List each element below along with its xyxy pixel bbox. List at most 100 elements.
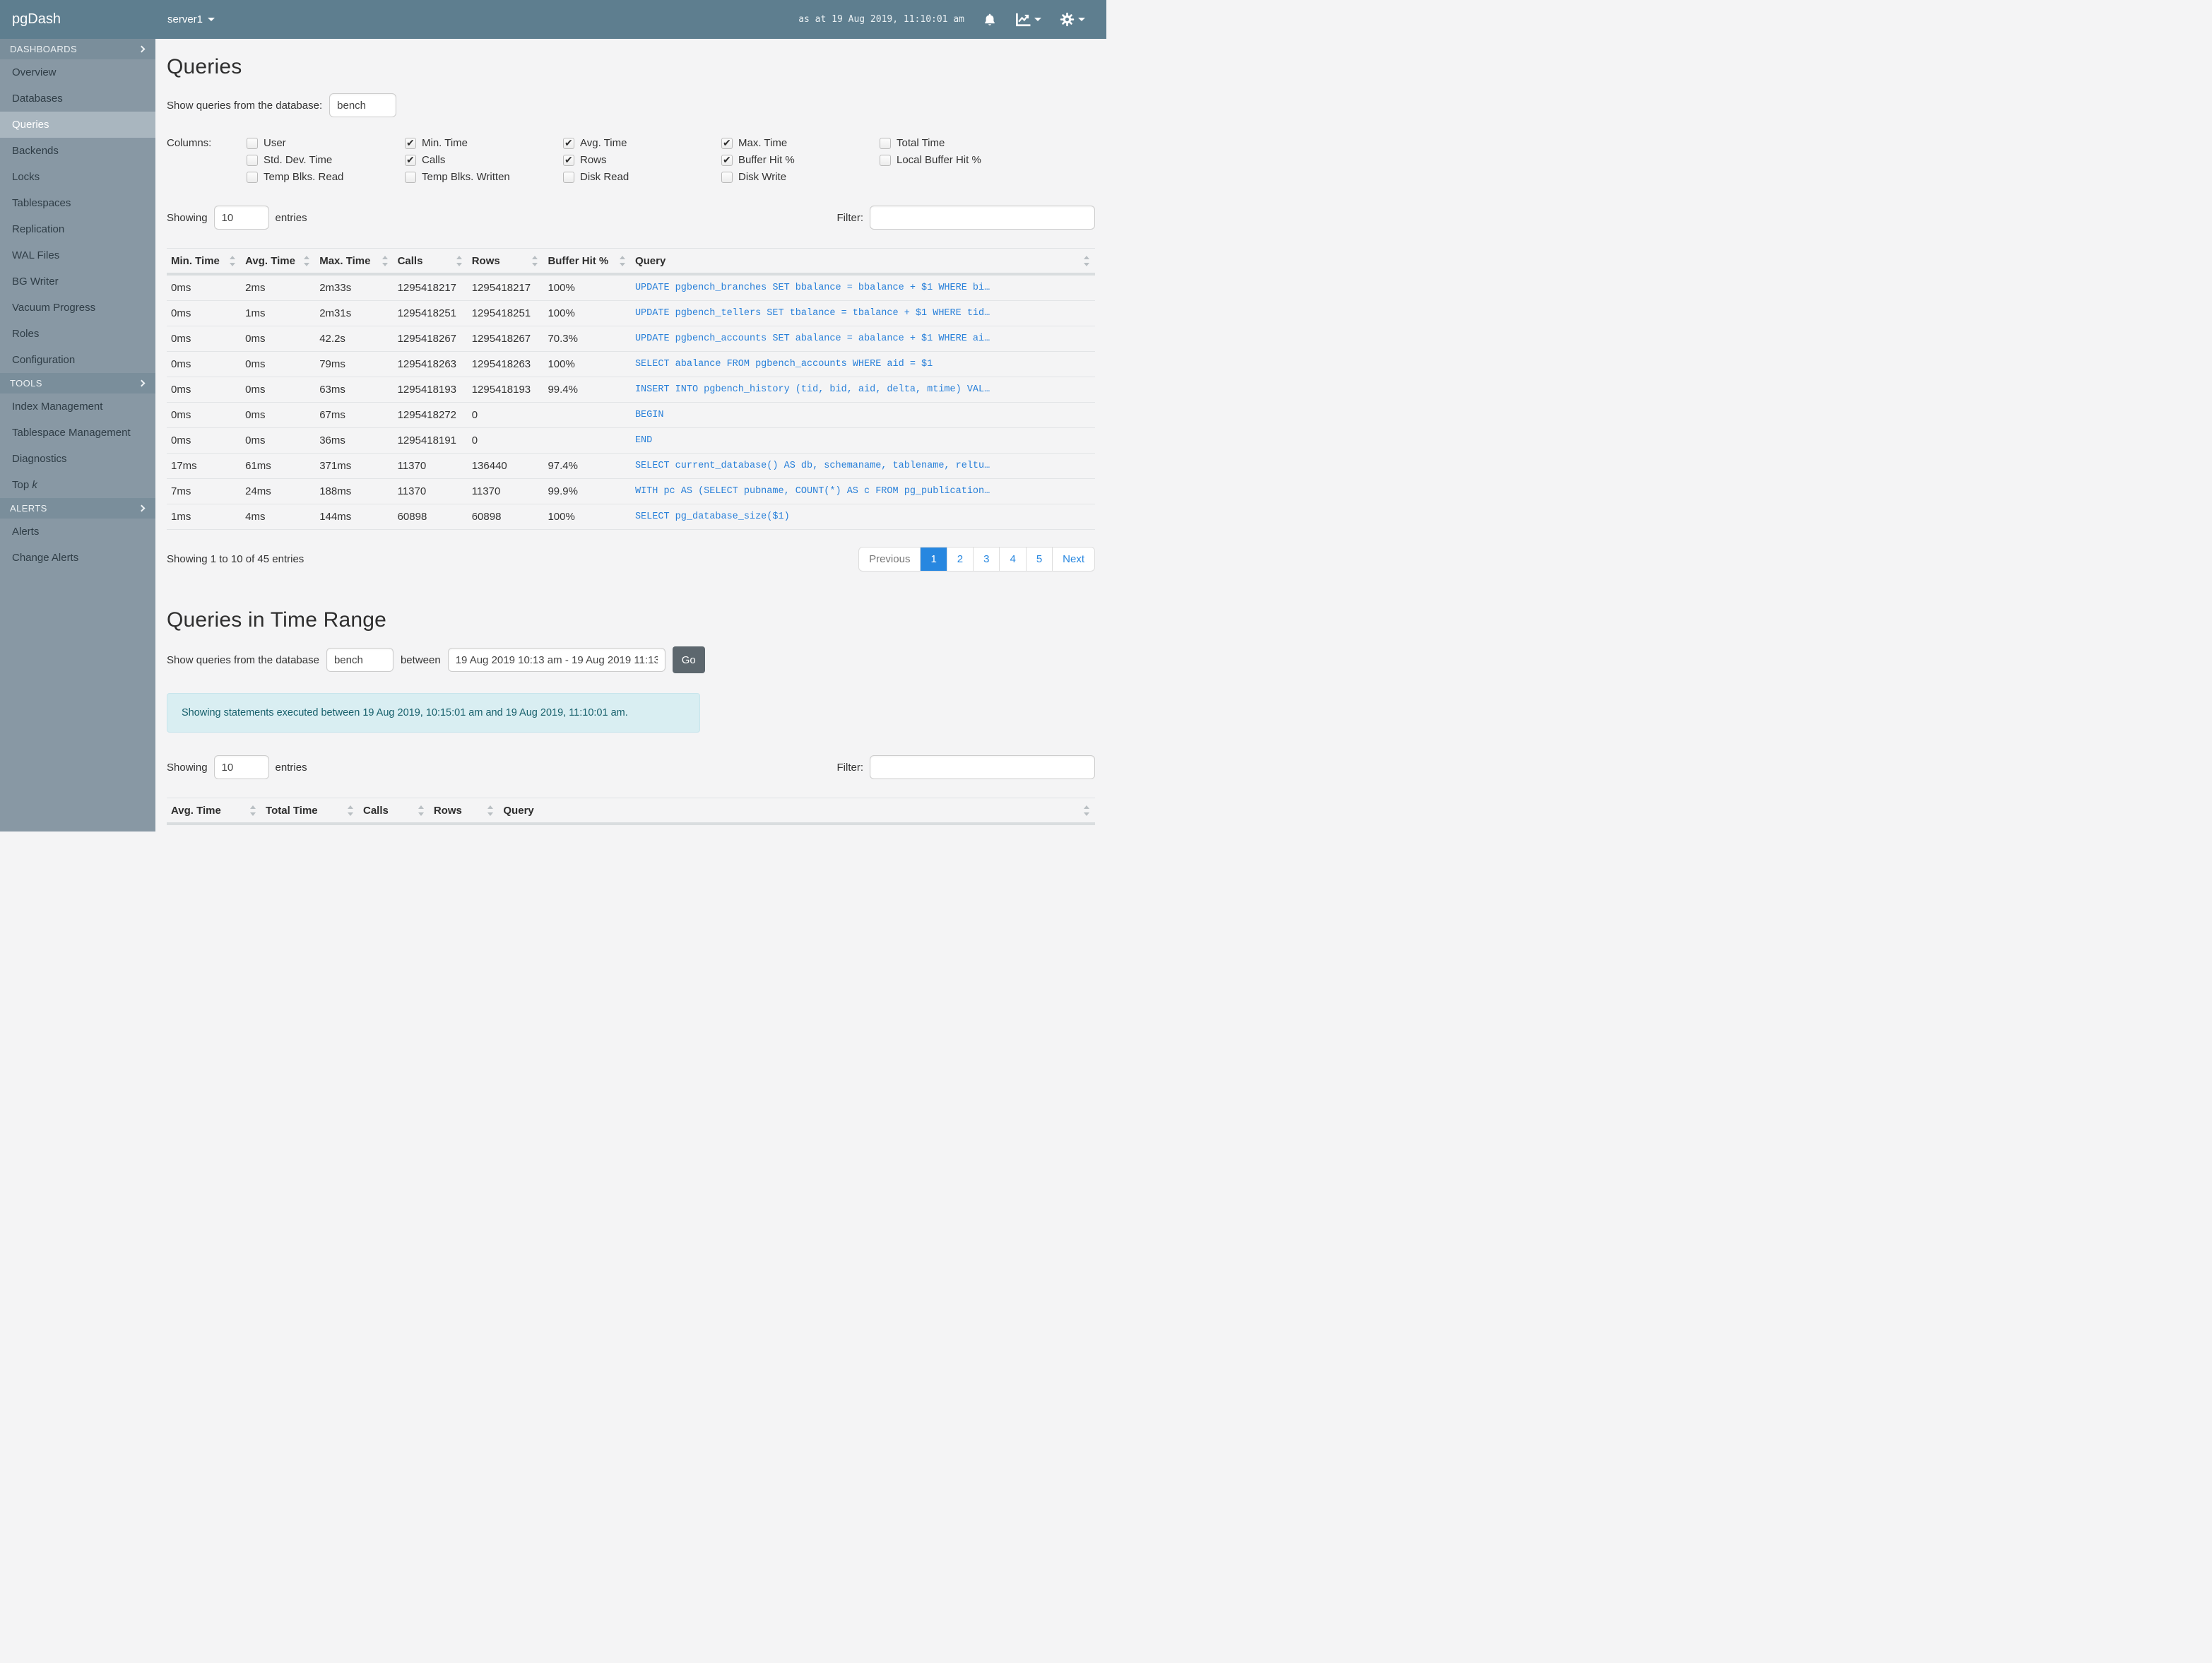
- server-selector[interactable]: server1: [167, 13, 215, 25]
- time-range-input[interactable]: [447, 648, 666, 672]
- database-input[interactable]: [329, 93, 397, 117]
- query-link[interactable]: SELECT pg_database_size($1): [635, 511, 790, 522]
- sidebar-item[interactable]: Configuration: [0, 347, 155, 373]
- query-link[interactable]: WITH pc AS (SELECT pubname, COUNT(*) AS …: [635, 486, 990, 497]
- checkbox[interactable]: [563, 154, 574, 166]
- column-header[interactable]: Rows: [467, 248, 544, 276]
- column-checkbox[interactable]: Temp Blks. Written: [405, 171, 563, 183]
- notifications-button[interactable]: [983, 12, 997, 28]
- checkbox[interactable]: [563, 137, 574, 149]
- sidebar-item[interactable]: Overview: [0, 59, 155, 85]
- sidebar-item[interactable]: Tablespace Management: [0, 420, 155, 446]
- database-input-time-range[interactable]: [326, 648, 394, 672]
- sidebar-item[interactable]: WAL Files: [0, 242, 155, 268]
- column-header[interactable]: Query: [630, 248, 1095, 276]
- column-checkbox[interactable]: Min. Time: [405, 137, 563, 149]
- checkbox[interactable]: [880, 154, 891, 166]
- table-filter-input-2[interactable]: [870, 755, 1095, 779]
- checkbox[interactable]: [405, 171, 416, 183]
- sidebar-item[interactable]: Queries: [0, 112, 155, 138]
- column-header[interactable]: Rows: [429, 798, 499, 825]
- checkbox[interactable]: [405, 154, 416, 166]
- checkbox[interactable]: [563, 171, 574, 183]
- table-filter-input[interactable]: [870, 206, 1095, 230]
- sidebar-item[interactable]: Backends: [0, 138, 155, 164]
- pagination: Previous 1 2 3 4 5 Next: [858, 547, 1095, 572]
- checkbox[interactable]: [247, 137, 258, 149]
- pagination-button[interactable]: 4: [999, 548, 1025, 571]
- sidebar-item[interactable]: Diagnostics: [0, 446, 155, 472]
- query-link[interactable]: SELECT abalance FROM pgbench_accounts WH…: [635, 359, 933, 369]
- column-checkbox[interactable]: Disk Read: [563, 171, 721, 183]
- column-header[interactable]: Max. Time: [315, 248, 394, 276]
- sidebar-item[interactable]: Roles: [0, 321, 155, 347]
- column-checkbox[interactable]: Avg. Time: [563, 137, 721, 149]
- column-checkbox[interactable]: User: [247, 137, 405, 149]
- pagination-button[interactable]: 1: [920, 548, 947, 571]
- rows-cell: 0: [467, 402, 544, 428]
- sidebar-item[interactable]: Locks: [0, 164, 155, 190]
- sidebar-item[interactable]: Replication: [0, 216, 155, 242]
- column-header[interactable]: Avg. Time: [241, 248, 316, 276]
- column-header[interactable]: Calls: [393, 248, 468, 276]
- checkbox[interactable]: [721, 171, 733, 183]
- query-link[interactable]: UPDATE pgbench_accounts SET abalance = a…: [635, 333, 990, 344]
- db-select-label: Show queries from the database: [167, 653, 319, 666]
- query-link[interactable]: END: [635, 435, 652, 446]
- pagination-button[interactable]: Next: [1052, 548, 1094, 571]
- checkbox[interactable]: [247, 171, 258, 183]
- page-length-input-2[interactable]: [213, 755, 269, 779]
- charts-menu-button[interactable]: [1015, 13, 1041, 27]
- column-checkbox[interactable]: Max. Time: [721, 137, 880, 149]
- sidebar-item[interactable]: Change Alerts: [0, 545, 155, 571]
- checkbox[interactable]: [247, 154, 258, 166]
- column-checkbox[interactable]: Rows: [563, 154, 721, 166]
- query-link[interactable]: SELECT current_database() AS db, scheman…: [635, 461, 990, 471]
- checkbox[interactable]: [405, 137, 416, 149]
- sort-icon: [249, 805, 257, 816]
- query-link[interactable]: BEGIN: [635, 410, 664, 420]
- table-row: 0ms 0ms 67ms 1295418272 0 BEGIN: [167, 402, 1095, 428]
- column-header[interactable]: Avg. Time: [167, 798, 262, 825]
- sidebar-section-alerts[interactable]: ALERTS: [0, 498, 155, 519]
- column-checkbox[interactable]: Total Time: [880, 137, 1038, 149]
- column-checkbox[interactable]: Calls: [405, 154, 563, 166]
- checkbox[interactable]: [721, 137, 733, 149]
- query-link[interactable]: UPDATE pgbench_branches SET bbalance = b…: [635, 283, 990, 293]
- sidebar-item[interactable]: Index Management: [0, 393, 155, 420]
- column-checkbox[interactable]: Std. Dev. Time: [247, 154, 405, 166]
- sidebar-item[interactable]: Alerts: [0, 519, 155, 545]
- sidebar-item[interactable]: Vacuum Progress: [0, 295, 155, 321]
- query-link[interactable]: UPDATE pgbench_tellers SET tbalance = tb…: [635, 308, 990, 319]
- checkbox[interactable]: [880, 137, 891, 149]
- pagination-button[interactable]: 2: [946, 548, 973, 571]
- pagination-button[interactable]: 5: [1025, 548, 1052, 571]
- sidebar-item[interactable]: BG Writer: [0, 268, 155, 295]
- column-checkbox[interactable]: Buffer Hit %: [721, 154, 880, 166]
- query-link[interactable]: INSERT INTO pgbench_history (tid, bid, a…: [635, 384, 990, 395]
- column-checkbox[interactable]: Temp Blks. Read: [247, 171, 405, 183]
- sidebar-section-dashboards[interactable]: DASHBOARDS: [0, 39, 155, 59]
- rows-cell: 1295418217: [467, 274, 544, 301]
- column-header[interactable]: Calls: [358, 798, 430, 825]
- settings-menu-button[interactable]: [1060, 12, 1085, 27]
- rows-cell: 136440: [467, 453, 544, 479]
- pagination-button[interactable]: Previous: [859, 548, 920, 571]
- column-checkbox[interactable]: Disk Write: [721, 171, 880, 183]
- sidebar-item[interactable]: Top k: [0, 472, 155, 498]
- column-header[interactable]: Min. Time: [167, 248, 242, 276]
- page-length-input[interactable]: [213, 206, 269, 230]
- sidebar-item[interactable]: Databases: [0, 85, 155, 112]
- calls-cell: 60898: [393, 504, 468, 530]
- column-header[interactable]: Buffer Hit %: [543, 248, 631, 276]
- column-header[interactable]: Query: [499, 798, 1095, 825]
- section-title: ALERTS: [10, 503, 47, 514]
- checkbox[interactable]: [721, 154, 733, 166]
- sidebar-item[interactable]: Tablespaces: [0, 190, 155, 216]
- pagination-button[interactable]: 3: [973, 548, 999, 571]
- column-checkbox[interactable]: Local Buffer Hit %: [880, 154, 1038, 166]
- column-header[interactable]: Total Time: [261, 798, 359, 825]
- sidebar-section-tools[interactable]: TOOLS: [0, 373, 155, 393]
- sort-icon: [531, 256, 539, 266]
- go-button[interactable]: Go: [672, 646, 705, 673]
